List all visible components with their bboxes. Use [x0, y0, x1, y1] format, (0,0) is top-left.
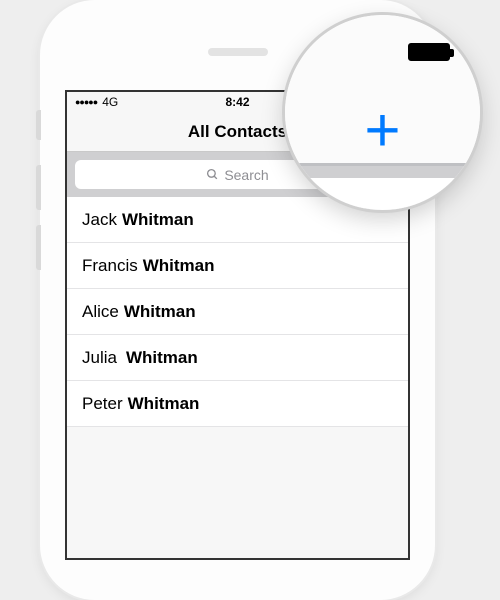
signal-dots-icon: ●●●●●	[75, 97, 97, 107]
contact-first-name: Alice	[82, 302, 119, 322]
contact-last-name: Whitman	[143, 256, 215, 276]
contacts-list: Jack Whitman Francis Whitman Alice Whitm…	[67, 197, 408, 427]
search-icon	[206, 168, 219, 181]
search-input[interactable]	[300, 178, 465, 210]
battery-icon	[408, 43, 450, 61]
speaker-grille	[208, 48, 268, 56]
volume-down-button	[36, 225, 41, 270]
mute-switch	[36, 110, 41, 140]
carrier-label: 4G	[102, 95, 118, 109]
contact-first-name: Jack	[82, 210, 117, 230]
list-item[interactable]: Alice Whitman	[67, 289, 408, 335]
contact-first-name: Peter	[82, 394, 123, 414]
contact-last-name: Whitman	[124, 302, 196, 322]
battery-fill	[410, 45, 448, 59]
volume-up-button	[36, 165, 41, 210]
contact-last-name: Whitman	[122, 210, 194, 230]
search-placeholder: Search	[224, 167, 268, 183]
contact-last-name: Whitman	[128, 394, 200, 414]
page-title: All Contacts	[188, 122, 287, 142]
add-contact-button[interactable]: +	[364, 100, 400, 162]
list-item[interactable]: Peter Whitman	[67, 381, 408, 427]
list-item[interactable]: Julia Whitman	[67, 335, 408, 381]
zoom-lens: +	[285, 15, 480, 210]
clock-label: 8:42	[225, 95, 249, 109]
contact-last-name: Whitman	[126, 348, 198, 368]
contact-first-name: Francis	[82, 256, 138, 276]
contact-first-name: Julia	[82, 348, 117, 368]
list-item[interactable]: Francis Whitman	[67, 243, 408, 289]
